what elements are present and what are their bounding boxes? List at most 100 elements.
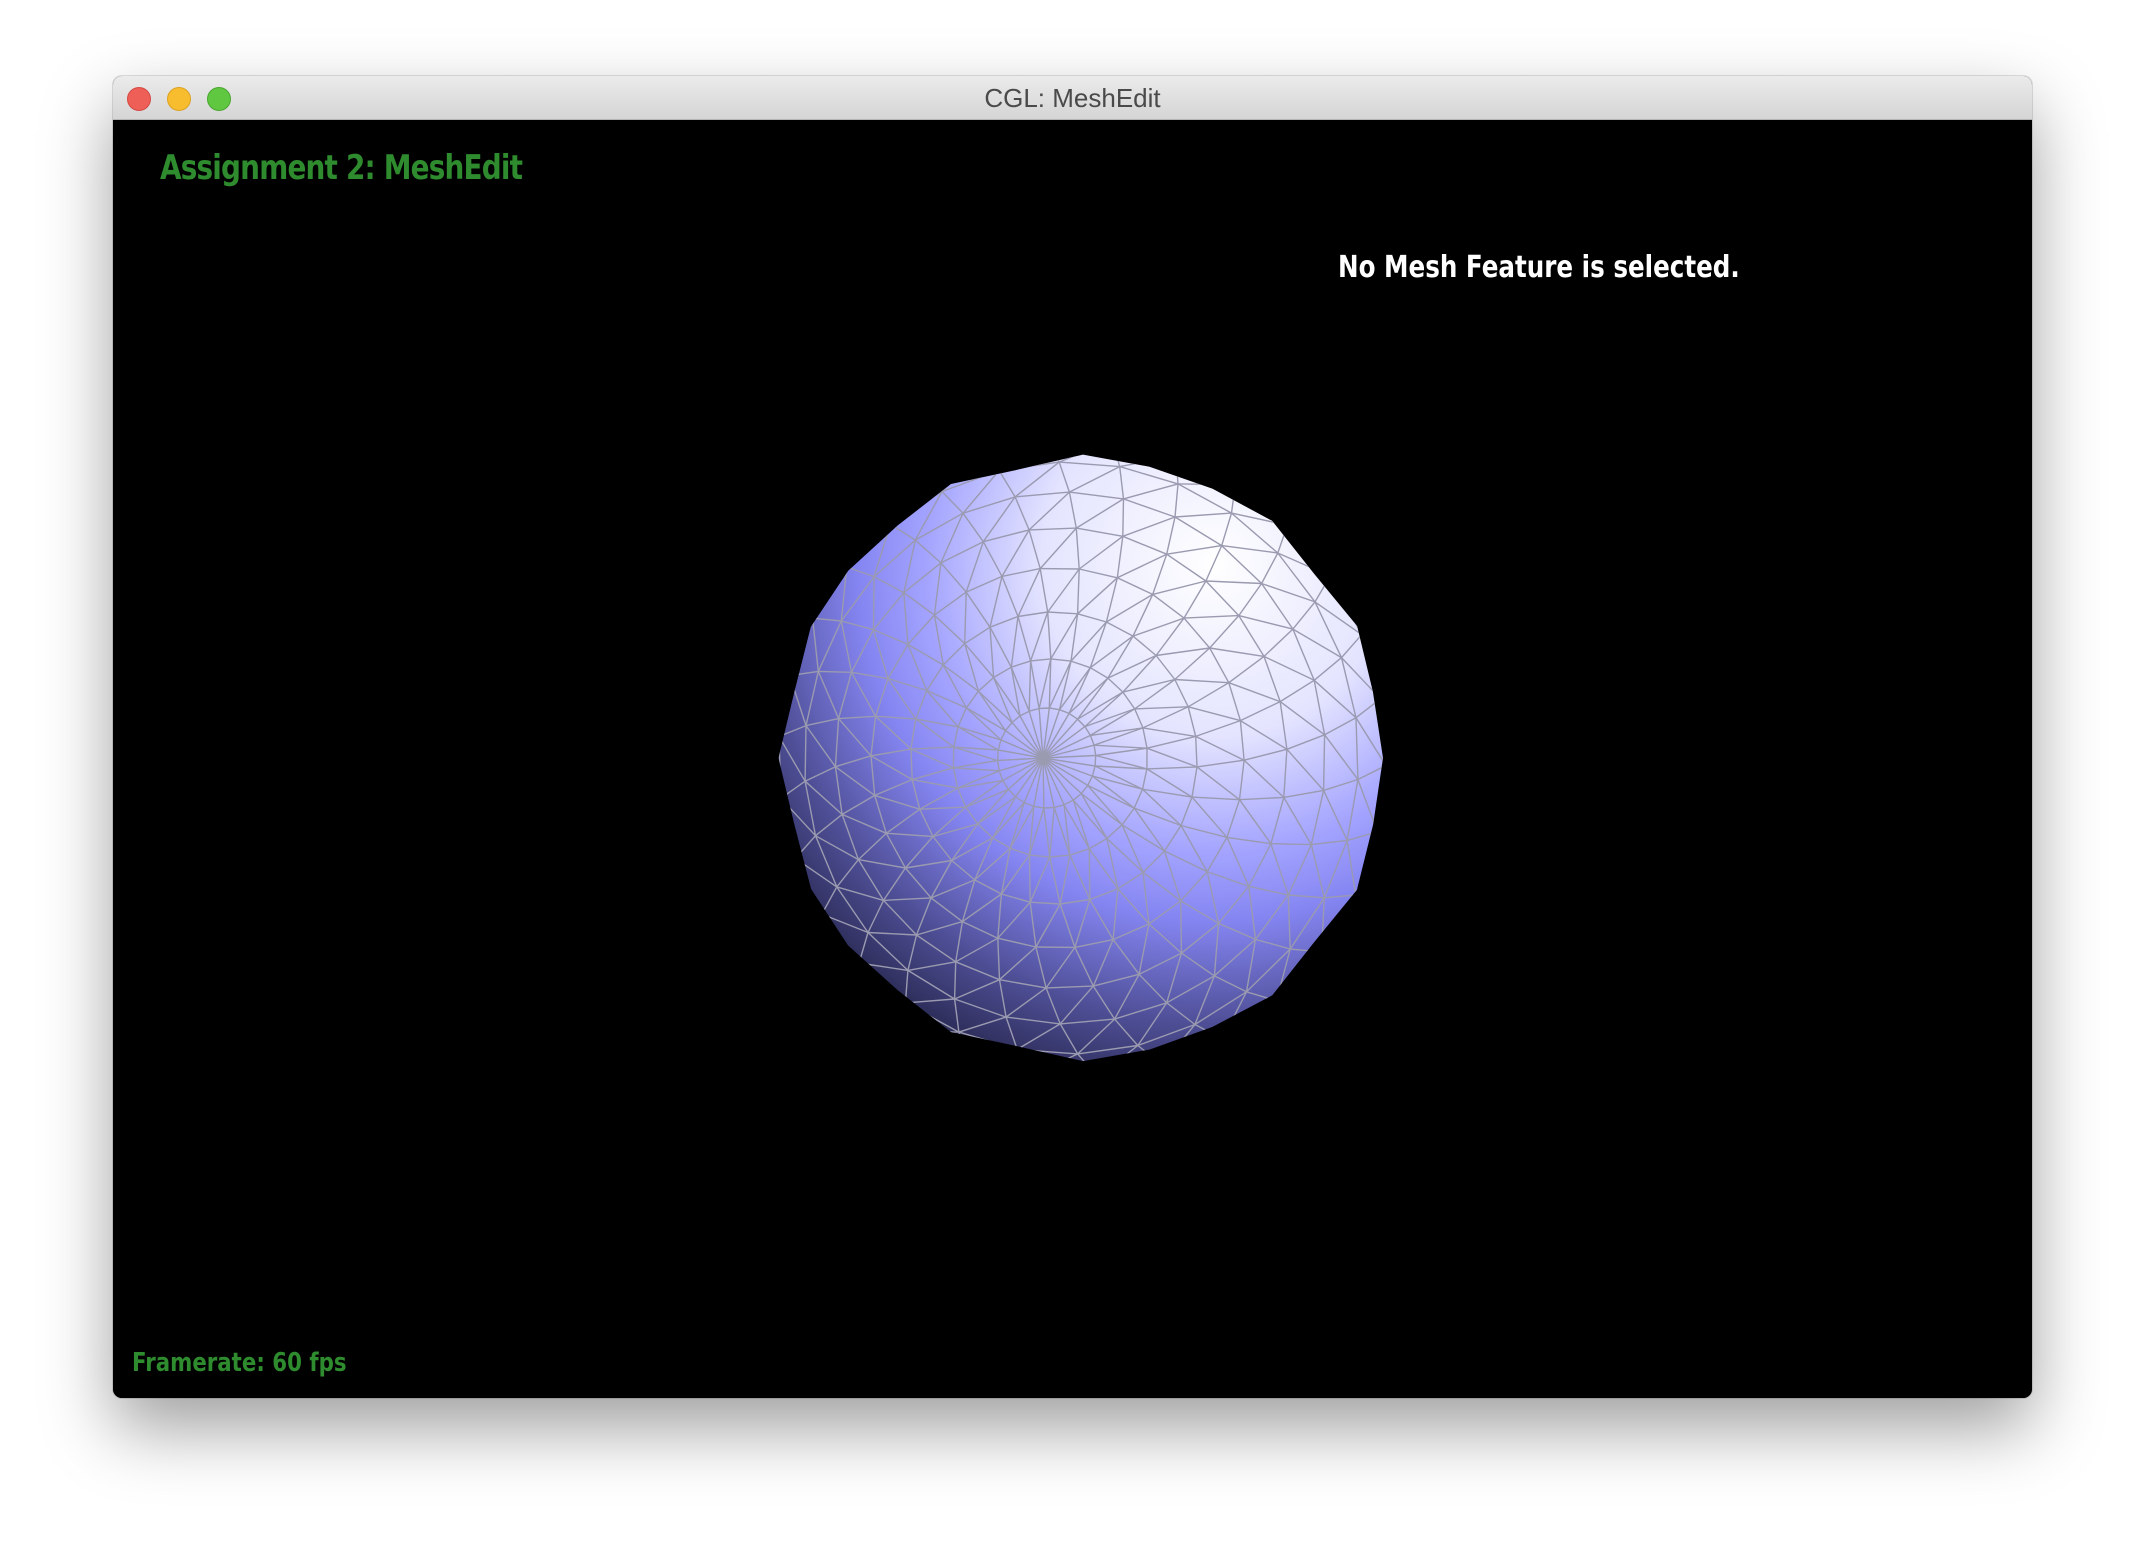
mesh-edge (1380, 819, 1383, 888)
mesh-edge (1369, 887, 1383, 942)
mesh-edge (1287, 481, 1336, 518)
mesh-edge (812, 963, 862, 1016)
mesh-edge (1386, 766, 1393, 820)
mesh-edge (1180, 900, 1183, 954)
mesh-edge (1248, 1000, 1278, 1047)
mesh-edge (813, 913, 823, 941)
mesh-edge (870, 1033, 918, 1056)
mesh-edge (982, 448, 1047, 451)
mesh-edge (1119, 455, 1177, 468)
mesh-edge (821, 512, 849, 565)
mesh-edge (788, 617, 813, 622)
framerate-readout: Framerate: 60 fps (132, 1348, 347, 1378)
mesh-edge (867, 476, 923, 516)
mesh-edge (778, 902, 815, 941)
mesh-edge (870, 1033, 932, 1062)
mesh-edge (874, 454, 937, 479)
mesh-edge (917, 1054, 969, 1061)
mesh-edge (812, 963, 820, 984)
mesh-edge (908, 1030, 969, 1061)
mesh-edge (778, 574, 790, 630)
mesh-edge (1290, 500, 1339, 553)
mesh-edge (813, 939, 858, 992)
mesh-edge (778, 620, 790, 685)
mesh-edge (821, 517, 833, 529)
mesh-edge (1303, 997, 1327, 1004)
mesh-edge (1287, 481, 1341, 534)
mesh-edge (860, 1014, 872, 1035)
mesh-edge (1043, 806, 1055, 809)
mesh-edge (821, 477, 876, 529)
mesh-edge (781, 858, 797, 882)
mesh-edge (1385, 875, 1393, 927)
mesh-edge (1169, 454, 1177, 457)
mesh-edge (780, 527, 823, 589)
mesh-edge (1303, 948, 1350, 1004)
selection-status: No Mesh Feature is selected. (1338, 250, 1740, 285)
mesh-edge (908, 1030, 959, 1033)
mesh-edge (1028, 854, 1031, 903)
mesh-edge (1169, 454, 1234, 462)
mesh-edge (886, 454, 937, 471)
mesh-edge (788, 527, 823, 576)
sphere-mesh[interactable] (773, 448, 1393, 1068)
mesh-edge (1337, 532, 1341, 553)
mesh-edge (778, 873, 789, 941)
mesh-edge (1325, 949, 1350, 999)
mesh-edge (1343, 927, 1383, 989)
mesh-edge (1016, 1049, 1033, 1062)
mesh-edge (1339, 532, 1381, 594)
mesh-edge (1098, 1065, 1163, 1068)
mesh-edge (1355, 886, 1382, 896)
mesh-edge (1379, 678, 1383, 700)
mesh-edge (1088, 848, 1091, 900)
mesh-edge (818, 982, 832, 1000)
mesh-edge (804, 725, 807, 782)
gl-viewport[interactable]: Assignment 2: MeshEdit No Mesh Feature i… (113, 120, 2032, 1398)
mesh-edge (921, 454, 983, 478)
mesh-edge (778, 902, 814, 964)
title-bar[interactable]: CGL: MeshEdit (113, 76, 2032, 120)
mesh-edge (778, 735, 780, 752)
mesh-edge (1385, 860, 1393, 928)
mesh-edge (902, 469, 922, 478)
mesh-edge (856, 962, 860, 991)
mesh-edge (1161, 1038, 1223, 1062)
mesh-edge (773, 837, 777, 904)
mesh-edge (1286, 501, 1292, 526)
mesh-edge (1337, 551, 1381, 594)
mesh-edge (787, 620, 791, 676)
mesh-edge (778, 797, 782, 818)
mesh-edge (1329, 552, 1340, 577)
mesh-edge (856, 990, 906, 1004)
mesh-edge (1376, 831, 1383, 888)
mesh-edge (1271, 997, 1327, 1047)
assignment-title: Assignment 2: MeshEdit (160, 148, 523, 188)
mesh-edge (921, 454, 966, 478)
mesh-edge (1208, 1045, 1250, 1062)
mesh-edge (1369, 875, 1383, 942)
mesh-edge (831, 477, 876, 519)
mesh-edge (860, 1014, 919, 1056)
mesh-edge (1373, 612, 1383, 680)
mesh-edge (908, 1031, 919, 1055)
mesh-edge (874, 469, 888, 479)
mesh-edge (818, 982, 862, 1016)
mesh-edge (1361, 612, 1376, 636)
app-window: CGL: MeshEdit Assignment 2: MeshEdit No … (113, 76, 2032, 1398)
mesh-edge (822, 563, 847, 568)
mesh-edge (802, 563, 823, 568)
mesh-edge (780, 574, 790, 589)
mesh-edge (1379, 592, 1383, 661)
mesh-edge (1270, 843, 1312, 846)
mesh-edge (1347, 886, 1383, 950)
mesh-edge (1208, 1045, 1273, 1062)
mesh-edge (778, 817, 784, 882)
mesh-edge (1185, 1038, 1224, 1062)
mesh-edge (885, 1046, 950, 1062)
mesh-edge (1381, 874, 1383, 888)
mesh-edge (802, 512, 849, 568)
mesh-edge (1369, 927, 1383, 942)
mesh-edge (904, 1002, 910, 1032)
mesh-edge (856, 990, 862, 1015)
